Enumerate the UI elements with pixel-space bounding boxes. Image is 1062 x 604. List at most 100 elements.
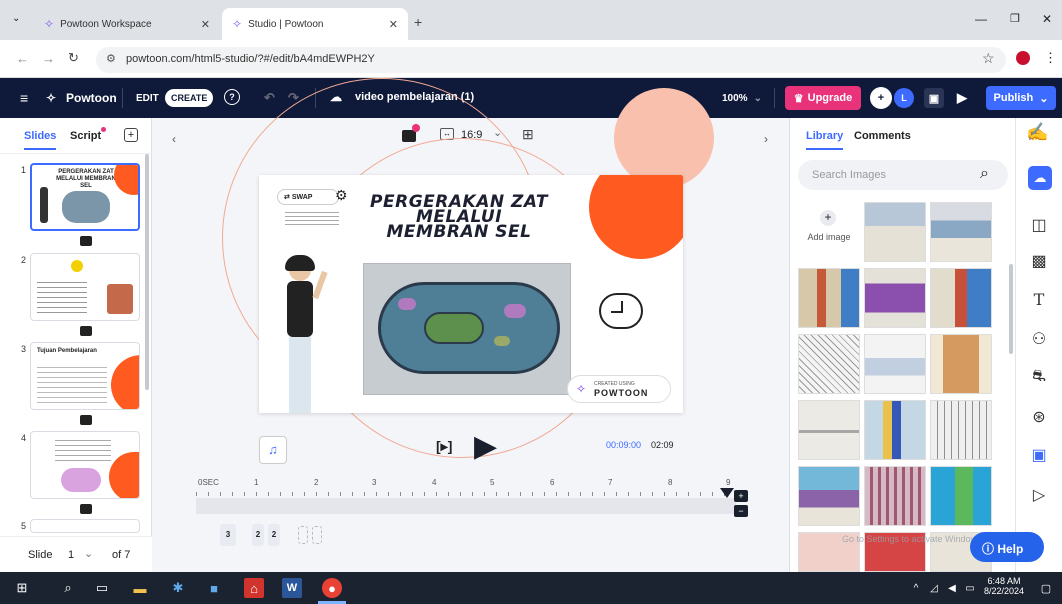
layer-chip[interactable]: 3 [220,524,236,546]
texture-icon[interactable]: ▩ [1028,250,1050,272]
character-avatar-icon[interactable]: ✍ [1026,122,1054,146]
url-input[interactable]: ⚙ powtoon.com/html5-studio/?#/edit/bA4md… [96,47,1006,73]
search-icon[interactable]: ⌕ [980,165,989,183]
undo-icon[interactable]: ↶ [264,90,275,106]
library-image[interactable] [930,334,992,394]
slide-thumbnail-4[interactable] [30,431,140,499]
word-icon[interactable]: W [282,578,302,598]
slide-title[interactable]: PERGERAKAN ZAT MELALUI MEMBRAN SEL [367,194,551,241]
text-icon[interactable]: T [1028,288,1050,310]
camera-icon[interactable] [80,236,92,246]
library-image[interactable] [930,400,992,460]
props-icon[interactable]: ⛐ [1028,366,1050,388]
volume-icon[interactable]: ◀ [942,578,962,598]
chevron-down-icon[interactable]: ⌄ [84,547,93,560]
edit-mode-button[interactable]: EDIT [132,90,163,106]
library-image[interactable] [930,202,992,262]
library-image[interactable] [798,268,860,328]
layer-chip-empty[interactable] [298,526,308,544]
preview-icon[interactable]: ▣ [924,88,944,108]
layer-chip[interactable]: 2 [252,524,264,546]
battery-icon[interactable]: ▭ [960,578,980,598]
images-icon[interactable]: ▣ [1028,444,1050,466]
scrollbar[interactable] [1009,264,1013,354]
characters-icon[interactable]: ⚇ [1028,328,1050,350]
library-image[interactable] [798,400,860,460]
camera-icon[interactable] [80,326,92,336]
tab-comments[interactable]: Comments [854,130,911,142]
minimize-icon[interactable]: — [975,12,987,26]
swap-button[interactable]: ⇄ SWAP [277,189,339,205]
tab-script[interactable]: Script [70,130,101,142]
scrollbar[interactable] [145,154,149,390]
avatar[interactable]: L [894,88,914,108]
network-icon[interactable]: ◿ [924,578,944,598]
add-image-button[interactable]: + Add image [798,202,860,262]
search-icon[interactable]: ⌕ [58,578,78,598]
tab-library[interactable]: Library [806,130,844,150]
maximize-icon[interactable]: ❐ [1010,12,1020,25]
tab-powtoon-workspace[interactable]: ✧ Powtoon Workspace ✕ [34,8,220,40]
music-icon[interactable]: ♫ [259,436,287,464]
close-tab-icon[interactable]: ✕ [389,18,398,31]
slide-canvas[interactable]: ⇄ SWAP ⚙ PERGERAKAN ZAT MELALUI MEMBRAN … [259,175,683,413]
library-image[interactable] [864,202,926,262]
help-button[interactable]: ⓘ Help [970,532,1044,562]
bluetooth-icon[interactable]: ✱ [168,578,188,598]
library-image[interactable] [798,334,860,394]
profile-icon[interactable] [1016,51,1030,65]
collapse-right-icon[interactable]: › [764,132,768,146]
play-from-start-icon[interactable]: [▸] [436,438,452,455]
grid-icon[interactable]: ⊞ [522,126,534,143]
shapes-icon[interactable]: ⊛ [1028,406,1050,428]
show-hidden-icons[interactable]: ^ [906,578,926,598]
layer-chip[interactable]: 2 [268,524,280,546]
zoom-select[interactable]: 100% ⌄ [716,89,768,107]
video-icon[interactable]: ▷ [1028,484,1050,506]
forward-icon[interactable]: → [42,51,55,66]
reload-icon[interactable]: ↻ [68,50,79,66]
publish-button[interactable]: Publish ⌄ [986,86,1056,110]
library-image[interactable] [930,466,992,526]
camera-icon[interactable] [80,415,92,425]
add-slide-icon[interactable]: + [124,128,138,142]
play-icon[interactable]: ▶ [952,88,972,108]
clock[interactable]: 6:48 AM 8/22/2024 [984,576,1024,596]
chrome-icon[interactable]: ● [322,578,342,598]
task-view-icon[interactable]: ▭ [92,578,112,598]
character-body[interactable] [287,281,313,337]
collapse-left-icon[interactable]: ‹ [172,132,176,146]
windows-start-icon[interactable]: ⊞ [12,578,32,598]
pdf-reader-icon[interactable]: ⌂ [244,578,264,598]
add-collaborator-icon[interactable]: + [870,87,892,109]
upgrade-button[interactable]: ♛ Upgrade [785,86,861,110]
play-icon[interactable]: ▶ [474,432,497,462]
slide-current-select[interactable]: 1 [68,549,74,561]
app-icon[interactable]: ■ [204,578,224,598]
bookmark-star-icon[interactable]: ☆ [982,50,995,67]
library-image[interactable] [930,268,992,328]
library-image[interactable] [864,400,926,460]
upload-cloud-icon[interactable]: ☁ [1028,166,1052,190]
create-mode-button[interactable]: CREATE [165,89,214,107]
file-explorer-icon[interactable]: ▬ [130,578,150,598]
close-tab-icon[interactable]: ✕ [201,18,210,31]
timeline-ruler[interactable]: 0SEC 1 2 3 4 5 6 7 8 9 [196,478,746,492]
slide-thumbnail-5[interactable] [30,519,140,533]
search-input[interactable]: Search Images ⌕ [798,160,1008,190]
tab-studio-powtoon[interactable]: ✧ Studio | Powtoon ✕ [222,8,408,40]
close-window-icon[interactable]: ✕ [1042,12,1052,26]
gear-icon[interactable]: ⚙ [335,187,348,204]
library-image[interactable] [864,466,926,526]
new-tab-icon[interactable]: + [414,14,422,30]
slide-thumbnail-3[interactable]: Tujuan Pembelajaran [30,342,140,410]
tab-slides[interactable]: Slides [24,130,57,150]
timeline-track[interactable] [196,498,736,514]
library-image[interactable] [864,334,926,394]
back-icon[interactable]: ← [16,51,29,66]
help-circle-icon[interactable]: ? [224,89,240,105]
playhead-handle[interactable] [720,488,734,498]
zoom-in-timeline-icon[interactable]: + [734,490,748,502]
cell-image-frame[interactable] [363,263,571,395]
camera-icon[interactable] [80,504,92,514]
